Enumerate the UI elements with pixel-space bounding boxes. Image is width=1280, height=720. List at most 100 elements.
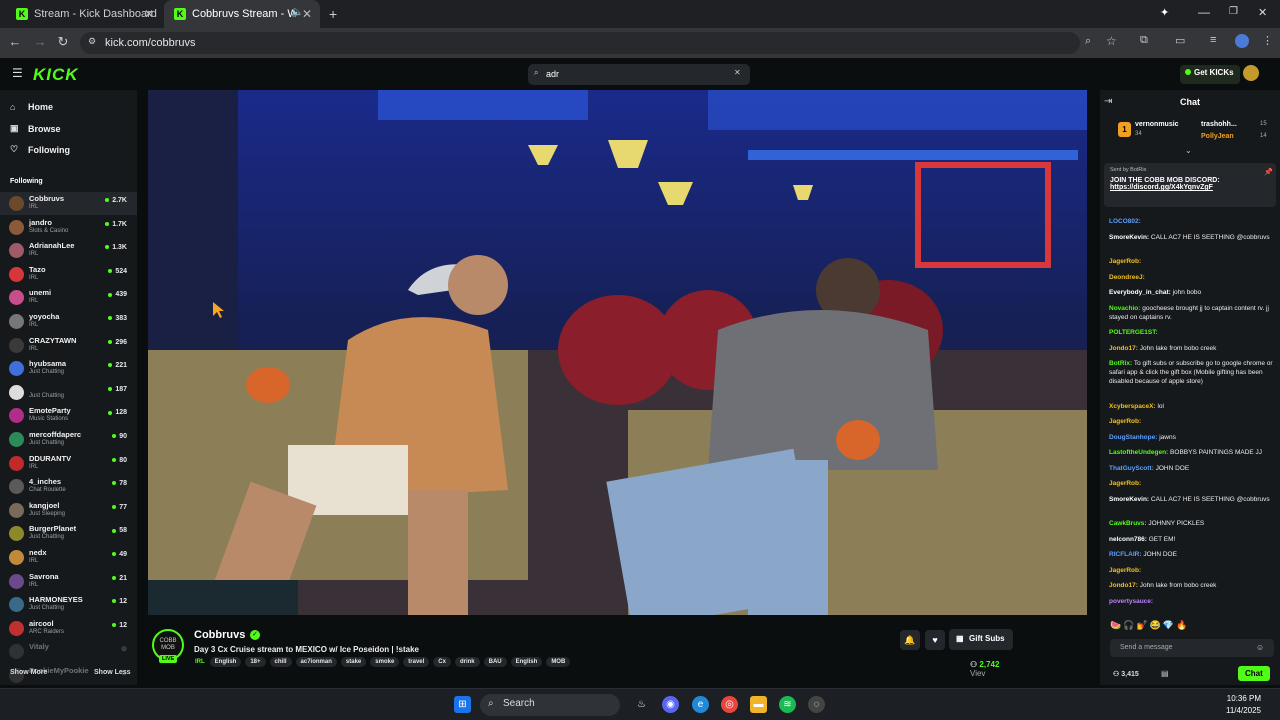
tab-kick-dashboard[interactable]: K Stream - Kick Dashboard ✕ xyxy=(6,0,162,28)
browser-menu-icon[interactable]: ⋮ xyxy=(1262,34,1273,47)
nav-following[interactable]: ♡ Following xyxy=(10,144,70,155)
chat-username[interactable]: RICFLAIR: xyxy=(1109,551,1142,558)
sidebar-channel-item[interactable]: Cobbruvs IRL 2.7K xyxy=(0,192,137,215)
emote-icon[interactable]: 💅 xyxy=(1136,620,1149,630)
gift-subs-button[interactable]: ▦ Gift Subs xyxy=(949,629,1013,650)
chat-username[interactable]: LastoftheUndegen: xyxy=(1109,449,1168,456)
close-window-icon[interactable]: ✕ xyxy=(1258,6,1267,19)
sidebar-channel-item[interactable]: Vitaly ⊘ xyxy=(0,640,137,663)
collapse-chat-icon[interactable]: ⇥ xyxy=(1104,96,1112,107)
get-kicks-button[interactable]: Get KICKs xyxy=(1180,65,1240,84)
chat-username[interactable]: BotRix: xyxy=(1109,360,1132,367)
emote-icon[interactable]: 💎 xyxy=(1163,620,1176,630)
sidebar-channel-item[interactable]: AdrianahLee IRL 1.3K xyxy=(0,239,137,262)
sidebar-channel-item[interactable]: nedx IRL 49 xyxy=(0,546,137,569)
notification-bell-button[interactable]: 🔔 xyxy=(900,630,920,650)
stream-tag[interactable]: travel xyxy=(403,657,430,667)
sidebar-channel-item[interactable]: Tazo IRL 524 xyxy=(0,263,137,286)
stream-tag[interactable]: 18+ xyxy=(245,657,266,667)
sidebar-channel-item[interactable]: CRAZYTAWN IRL 296 xyxy=(0,334,137,357)
follow-heart-button[interactable]: ♥ xyxy=(925,630,945,650)
forward-icon[interactable]: → xyxy=(31,34,49,49)
close-tab-icon[interactable]: ✕ xyxy=(302,7,312,21)
stream-tag[interactable]: BAU xyxy=(483,657,507,667)
emoji-picker-icon[interactable]: ☺ xyxy=(1256,643,1264,652)
sidebar-channel-item[interactable]: yoyocha IRL 383 xyxy=(0,310,137,333)
cast-icon[interactable]: ▭ xyxy=(1175,34,1185,47)
sidebar-channel-item[interactable]: hyubsama Just Chatting 221 xyxy=(0,357,137,380)
chat-username[interactable]: JagerRob: xyxy=(1109,567,1141,574)
chat-settings-icon[interactable]: ▤ xyxy=(1161,669,1169,678)
sidebar-channel-item[interactable]: Just Chatting 187 xyxy=(0,381,137,404)
nav-home[interactable]: ⌂ Home xyxy=(10,102,53,112)
user-avatar[interactable] xyxy=(1243,65,1259,81)
nav-browse[interactable]: ▣ Browse xyxy=(10,123,61,134)
sidebar-channel-item[interactable]: 4_inches Chat Roulette 78 xyxy=(0,475,137,498)
clear-search-icon[interactable]: ✕ xyxy=(734,68,741,77)
chat-username[interactable]: povertysauce: xyxy=(1109,598,1153,605)
show-more-button[interactable]: Show More xyxy=(10,669,47,676)
system-clock[interactable]: 10:36 PM 11/4/2025 xyxy=(1226,693,1261,717)
leaderboard-user[interactable]: trashohh... xyxy=(1201,121,1237,128)
url-field[interactable]: ⚙ kick.com/cobbruvs xyxy=(80,32,1080,54)
stream-tag[interactable]: MOB xyxy=(546,657,571,667)
stream-tag[interactable]: ac7ionman xyxy=(295,657,337,667)
emote-icon[interactable]: 😂 xyxy=(1150,620,1163,630)
edge-icon[interactable]: e xyxy=(692,696,709,713)
windows-start-icon[interactable]: ⊞ xyxy=(454,696,471,713)
chat-username[interactable]: DeondreeJ: xyxy=(1109,274,1145,281)
chrome-icon[interactable]: ◎ xyxy=(721,696,738,713)
send-chat-button[interactable]: Chat xyxy=(1238,666,1270,681)
extensions-icon[interactable]: ⧉ xyxy=(1140,34,1148,47)
hamburger-menu-icon[interactable]: ☰ xyxy=(12,66,23,80)
emote-icon[interactable]: 🎧 xyxy=(1123,620,1136,630)
site-info-icon[interactable]: ⚙ xyxy=(88,36,96,47)
chat-username[interactable]: Jondo17: xyxy=(1109,582,1138,589)
stream-category[interactable]: IRL xyxy=(194,657,206,667)
stream-tag[interactable]: English xyxy=(510,657,543,667)
kick-logo[interactable]: KICK xyxy=(33,65,79,85)
maximize-icon[interactable]: ❐ xyxy=(1229,6,1238,17)
stream-tag[interactable]: chill xyxy=(269,657,292,667)
channel-name[interactable]: Cobbruvs xyxy=(194,629,245,641)
search-input[interactable]: ⌕ adr ✕ xyxy=(528,64,750,85)
stream-tag[interactable]: Cx xyxy=(433,657,451,667)
ai-sparkle-icon[interactable]: ✦ xyxy=(1160,6,1169,19)
channel-points[interactable]: ⚇ 3,415 xyxy=(1113,670,1139,678)
sidebar-channel-item[interactable]: kangjoel Just Sleeping 77 xyxy=(0,499,137,522)
stream-tag[interactable]: drink xyxy=(454,657,480,667)
pin-icon[interactable]: 📌 xyxy=(1264,168,1273,176)
chat-username[interactable]: JagerRob: xyxy=(1109,258,1141,265)
chat-username[interactable]: SmoreKevin: xyxy=(1109,496,1149,503)
chat-username[interactable]: nelconn786: xyxy=(1109,536,1147,543)
bookmark-star-icon[interactable]: ☆ xyxy=(1106,34,1117,48)
sidebar-channel-item[interactable]: BurgerPlanet Just Chatting 58 xyxy=(0,522,137,545)
taskbar-search[interactable]: ⌕ Search xyxy=(480,694,620,716)
chat-message-input[interactable]: Send a message ☺ xyxy=(1110,639,1274,657)
minimize-icon[interactable]: — xyxy=(1198,5,1210,19)
chat-username[interactable]: Jondo17: xyxy=(1109,345,1138,352)
emote-icon[interactable]: 🔥 xyxy=(1176,620,1189,630)
media-control-icon[interactable]: ≡ xyxy=(1210,34,1216,46)
sidebar-channel-item[interactable]: Savrona IRL 21 xyxy=(0,570,137,593)
chat-username[interactable]: SmoreKevin: xyxy=(1109,234,1149,241)
chat-username[interactable]: POLTERGE1ST: xyxy=(1109,329,1158,336)
tab-cobbruvs-stream[interactable]: K Cobbruvs Stream - Watch L 🔈 ✕ xyxy=(164,0,320,28)
sidebar-channel-item[interactable]: aircool ARC Raiders 12 xyxy=(0,617,137,640)
chat-username[interactable]: CawkBruvs: xyxy=(1109,520,1147,527)
app-icon[interactable]: ◌ xyxy=(808,696,825,713)
chat-username[interactable]: JagerRob: xyxy=(1109,418,1141,425)
new-tab-icon[interactable]: + xyxy=(329,6,337,22)
spotify-icon[interactable]: ≋ xyxy=(779,696,796,713)
sidebar-channel-item[interactable]: unemi IRL 439 xyxy=(0,286,137,309)
sidebar-channel-item[interactable]: HARMONEYES Just Chatting 12 xyxy=(0,593,137,616)
chat-username[interactable]: JagerRob: xyxy=(1109,480,1141,487)
video-player[interactable] xyxy=(148,90,1087,615)
stream-tag[interactable]: English xyxy=(209,657,242,667)
zoom-icon[interactable]: ⌕ xyxy=(1085,35,1091,48)
stream-tag[interactable]: stake xyxy=(340,657,367,667)
back-icon[interactable]: ← xyxy=(6,34,24,49)
file-explorer-icon[interactable]: ▬ xyxy=(750,696,767,713)
sidebar-channel-item[interactable]: mercoffdaperc Just Chatting 90 xyxy=(0,428,137,451)
steam-icon[interactable]: ♨ xyxy=(633,696,650,713)
